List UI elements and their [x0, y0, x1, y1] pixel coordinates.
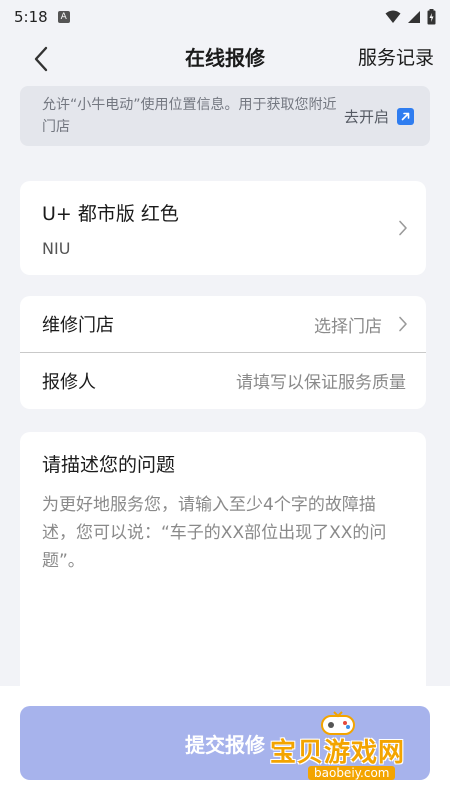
reporter-row: 报修人 请填写以保证服务质量	[20, 352, 426, 408]
chevron-right-icon	[398, 316, 408, 332]
nav-bar: 在线报修 服务记录	[0, 34, 450, 84]
external-link-icon	[397, 107, 414, 125]
chevron-left-icon	[34, 46, 48, 72]
wifi-icon	[385, 10, 401, 23]
battery-icon	[427, 9, 436, 25]
enable-location-button[interactable]: 去开启	[344, 106, 414, 127]
store-label: 维修门店	[42, 315, 114, 336]
vehicle-card[interactable]: U+ 都市版 红色 NIU	[20, 181, 426, 275]
notification-icon: A	[57, 11, 70, 23]
vehicle-brand: NIU	[42, 239, 71, 258]
status-icons	[385, 9, 436, 25]
description-input[interactable]: 为更好地服务您，请输入至少4个字的故障描述，您可以说：“车子的XX部位出现了XX…	[42, 491, 404, 671]
store-value: 选择门店	[314, 316, 382, 337]
status-bar: 5:18 A	[0, 0, 450, 34]
permission-message: 允许“小牛电动”使用位置信息。用于获取您附近门店	[42, 97, 337, 135]
enable-location-label: 去开启	[343, 107, 389, 126]
description-title: 请描述您的问题	[42, 454, 176, 476]
store-select-row[interactable]: 维修门店 选择门店	[20, 296, 426, 352]
service-records-link[interactable]: 服务记录	[358, 34, 434, 84]
signal-icon	[408, 11, 420, 23]
back-button[interactable]	[26, 44, 56, 74]
reporter-label: 报修人	[42, 371, 96, 393]
vehicle-name: U+ 都市版 红色	[42, 203, 179, 225]
repair-info-card: 维修门店 选择门店 报修人 请填写以保证服务质量	[20, 296, 426, 409]
chevron-right-icon	[398, 220, 408, 236]
reporter-input[interactable]: 请填写以保证服务质量	[236, 368, 406, 393]
status-time: 5:18	[14, 8, 48, 26]
location-permission-banner: 允许“小牛电动”使用位置信息。用于获取您附近门店 去开启	[20, 86, 430, 146]
problem-description-card: 请描述您的问题 为更好地服务您，请输入至少4个字的故障描述，您可以说：“车子的X…	[20, 432, 426, 712]
submit-repair-button[interactable]: 提交报修	[20, 706, 430, 780]
